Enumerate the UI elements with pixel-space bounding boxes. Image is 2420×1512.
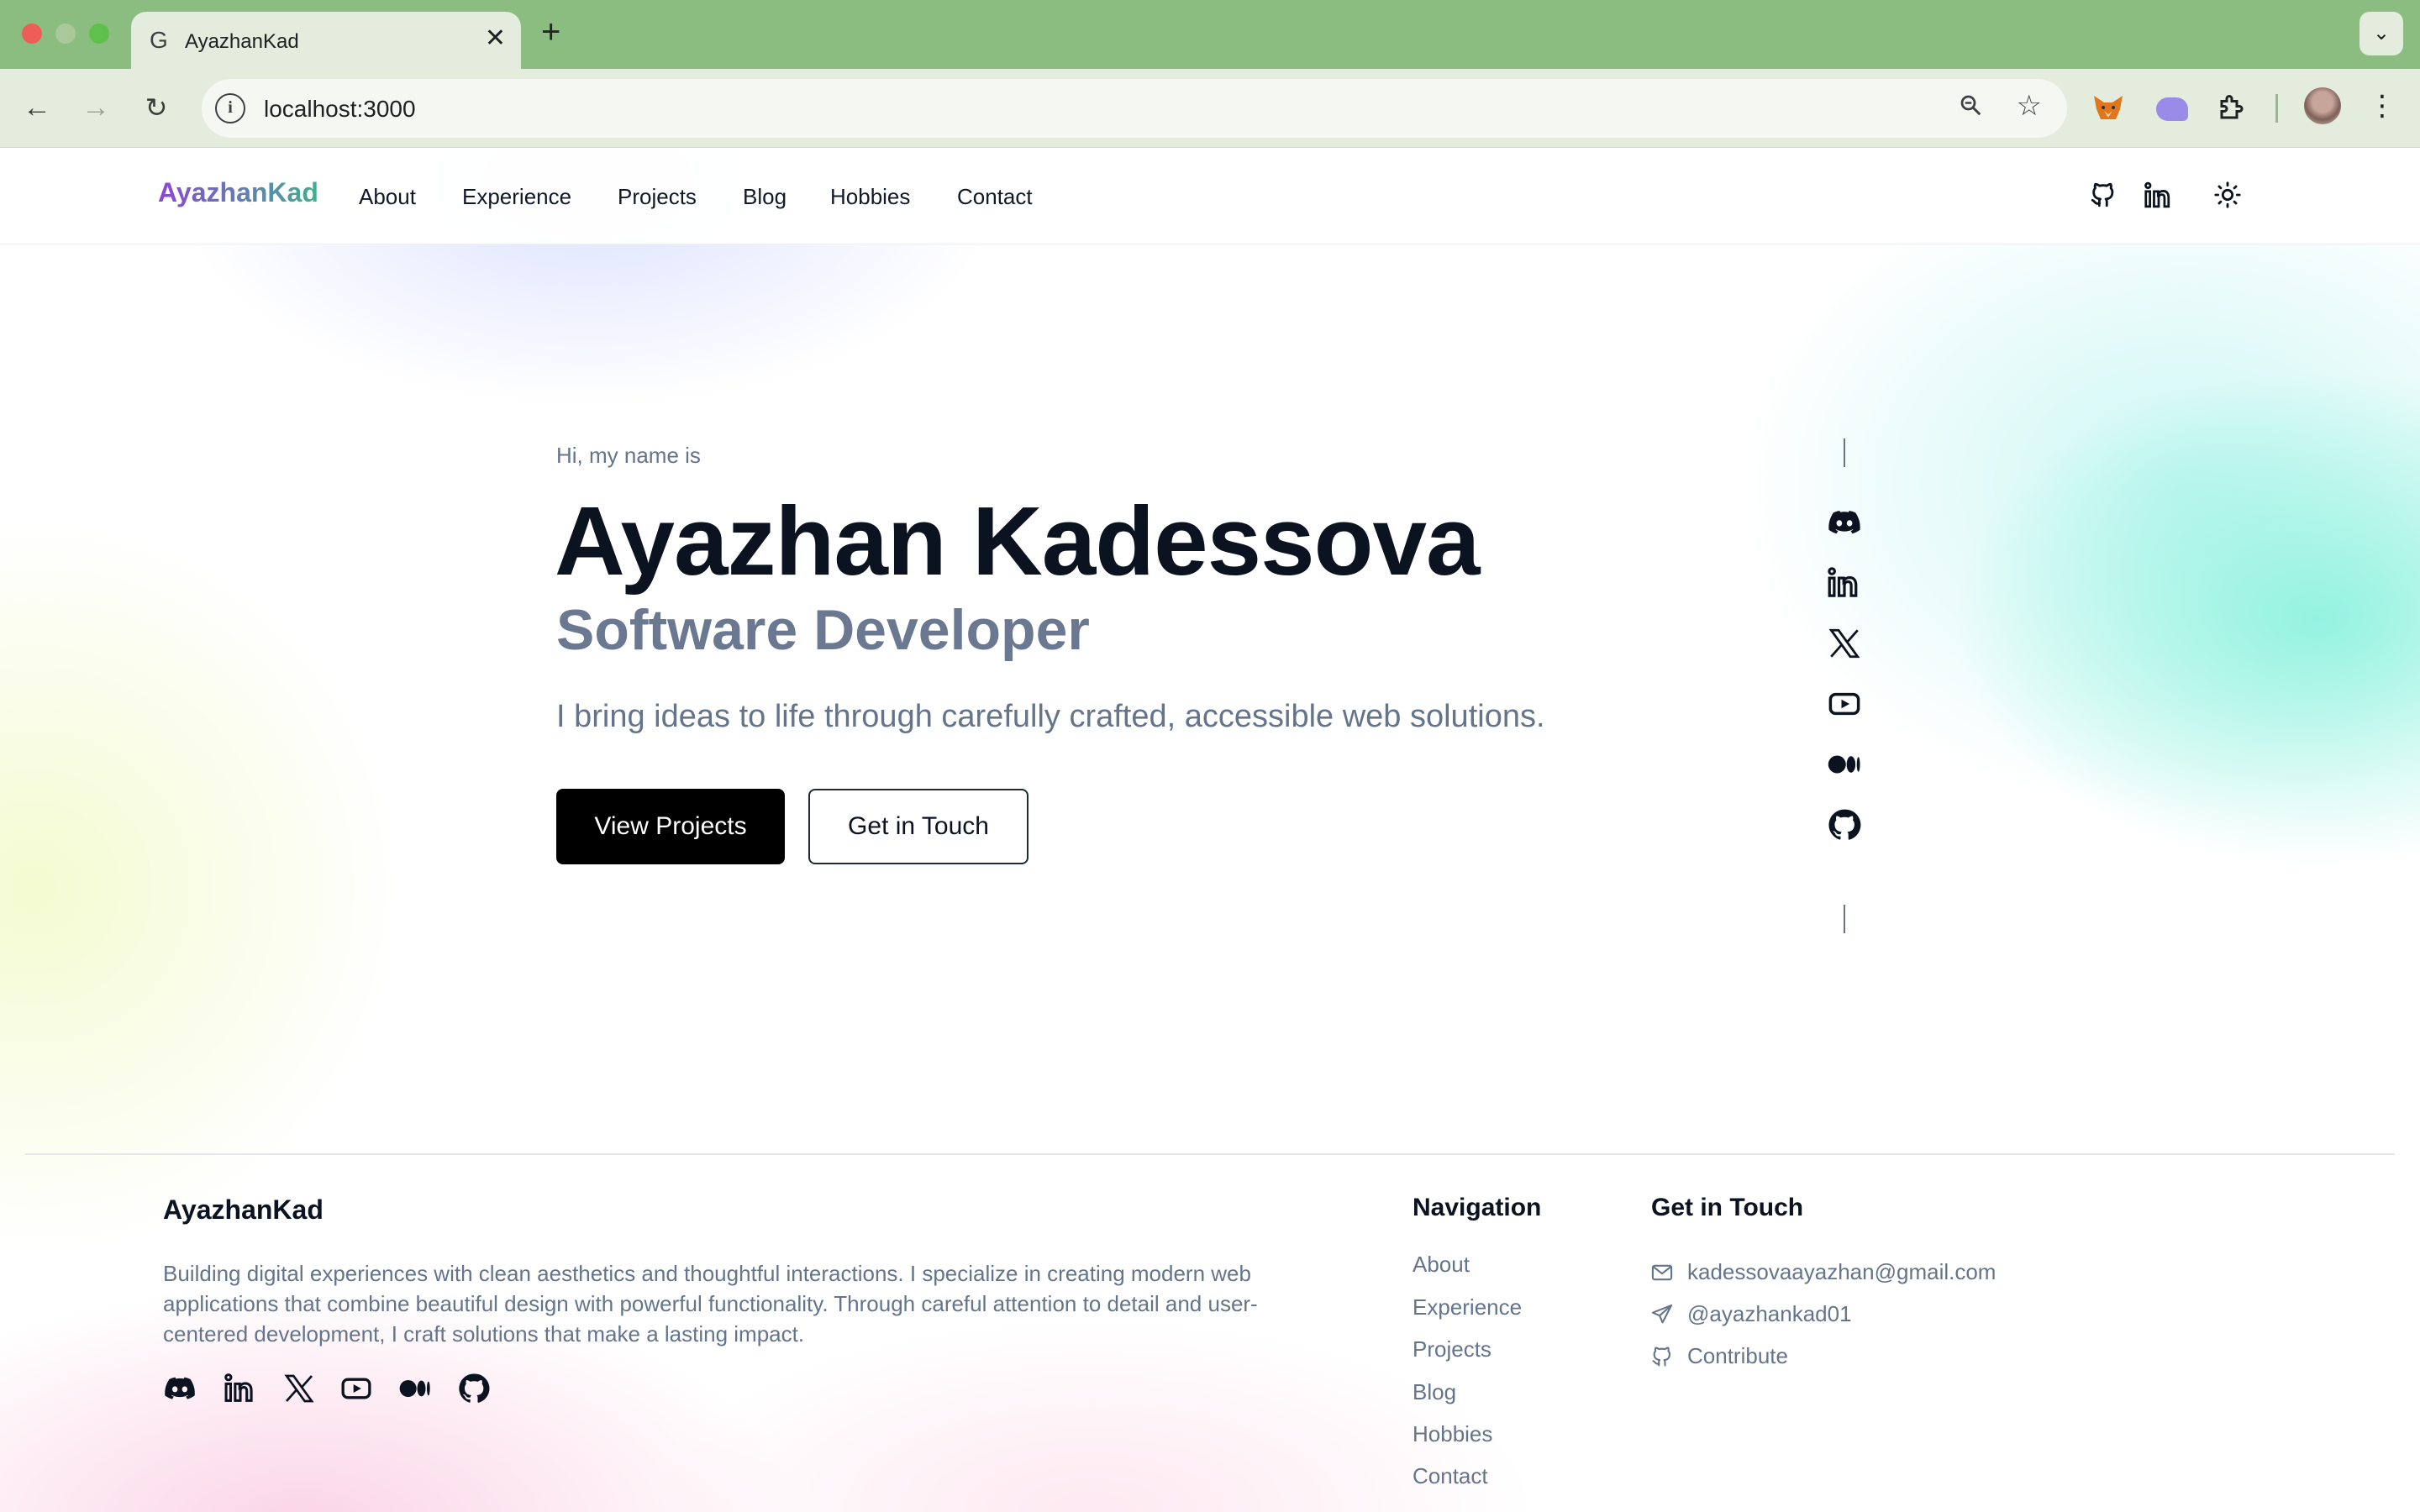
extensions-puzzle-icon[interactable]: [2217, 92, 2250, 126]
x-icon[interactable]: [1827, 626, 1862, 661]
medium-icon[interactable]: [1827, 747, 1862, 782]
footer-nav-projects[interactable]: Projects: [1413, 1336, 1491, 1362]
theme-toggle-sun-icon[interactable]: [2213, 181, 2244, 211]
view-projects-button[interactable]: View Projects: [556, 789, 785, 864]
nav-projects[interactable]: Projects: [618, 184, 697, 210]
reload-icon[interactable]: ↻: [134, 86, 178, 129]
close-tab-icon[interactable]: ✕: [485, 24, 506, 53]
url-text[interactable]: localhost:3000: [264, 96, 416, 123]
social-rail-top-line: [1844, 438, 1845, 467]
discord-icon[interactable]: [163, 1372, 197, 1405]
youtube-icon[interactable]: [339, 1372, 373, 1405]
footer-navigation-heading: Navigation: [1413, 1194, 1542, 1221]
footer-divider: [25, 1153, 2395, 1155]
footer-nav-blog[interactable]: Blog: [1413, 1379, 1456, 1405]
zoom-icon[interactable]: [1958, 92, 1983, 118]
bookmark-star-icon[interactable]: ☆: [2017, 89, 2042, 123]
nav-about[interactable]: About: [359, 184, 416, 210]
favicon-icon: G: [150, 27, 168, 53]
linkedin-icon[interactable]: [224, 1372, 257, 1405]
github-icon[interactable]: [1827, 807, 1862, 843]
contact-handle: @ayazhankad01: [1687, 1301, 1852, 1326]
site-header: AyazhanKad About Experience Projects Blo…: [0, 149, 2420, 244]
hero-name: Ayazhan Kadessova: [555, 486, 1481, 596]
footer-nav-experience[interactable]: Experience: [1413, 1294, 1522, 1320]
nav-blog[interactable]: Blog: [743, 184, 786, 210]
discord-icon[interactable]: [1827, 505, 1862, 540]
get-in-touch-button[interactable]: Get in Touch: [808, 789, 1028, 864]
contact-email: kadessovaayazhan@gmail.com: [1687, 1259, 1996, 1284]
linkedin-icon[interactable]: [2144, 181, 2174, 211]
tab-title: AyazhanKad: [185, 30, 299, 53]
site-info-icon[interactable]: i: [215, 93, 245, 123]
medium-icon[interactable]: [398, 1372, 432, 1405]
page-viewport: AyazhanKad About Experience Projects Blo…: [0, 149, 2420, 1512]
browser-menu-icon[interactable]: ⋮: [2368, 89, 2396, 123]
footer-nav-about[interactable]: About: [1413, 1252, 1470, 1278]
youtube-icon[interactable]: [1827, 686, 1862, 722]
hero-intro: Hi, my name is: [556, 443, 701, 468]
footer-description: Building digital experiences with clean …: [163, 1261, 1258, 1347]
brand-logo[interactable]: AyazhanKad: [158, 177, 318, 208]
github-icon[interactable]: [457, 1372, 491, 1405]
toolbar-divider: [2275, 94, 2278, 123]
nav-hobbies[interactable]: Hobbies: [830, 184, 910, 210]
ghost-extension-icon[interactable]: [2156, 97, 2188, 121]
tab-search-chevron-icon[interactable]: ⌄: [2360, 12, 2403, 55]
github-icon[interactable]: [2089, 181, 2119, 211]
nav-experience[interactable]: Experience: [462, 184, 571, 210]
x-icon[interactable]: [282, 1372, 316, 1405]
metamask-icon[interactable]: [2092, 92, 2126, 126]
close-window-button[interactable]: [22, 24, 42, 44]
contact-contribute: Contribute: [1687, 1343, 1788, 1368]
browser-tab-strip: G AyazhanKad ✕ + ⌄: [0, 0, 2420, 69]
footer-nav-contact[interactable]: Contact: [1413, 1463, 1488, 1489]
new-tab-icon[interactable]: +: [541, 13, 560, 51]
footer-contact-heading: Get in Touch: [1651, 1194, 1804, 1221]
back-icon[interactable]: ←: [15, 86, 59, 129]
browser-toolbar: ← → ↻ i localhost:3000 ☆ ⋮: [0, 69, 2420, 148]
nav-contact[interactable]: Contact: [957, 184, 1033, 210]
github-icon: [1650, 1345, 1674, 1368]
minimize-window-button[interactable]: [55, 24, 76, 44]
hero-tagline: I bring ideas to life through carefully …: [556, 699, 1545, 734]
hero-role: Software Developer: [556, 598, 1090, 662]
maximize-window-button[interactable]: [89, 24, 109, 44]
mail-icon: [1650, 1261, 1674, 1284]
send-icon: [1650, 1303, 1674, 1326]
footer-nav-hobbies[interactable]: Hobbies: [1413, 1421, 1492, 1447]
browser-tab[interactable]: G AyazhanKad ✕: [131, 12, 521, 69]
profile-avatar[interactable]: [2304, 87, 2341, 124]
forward-icon[interactable]: →: [74, 86, 118, 129]
footer-brand: AyazhanKad: [163, 1194, 324, 1225]
address-bar[interactable]: i localhost:3000 ☆: [202, 79, 2067, 138]
linkedin-icon[interactable]: [1827, 565, 1862, 601]
social-rail-bottom-line: [1844, 905, 1845, 933]
